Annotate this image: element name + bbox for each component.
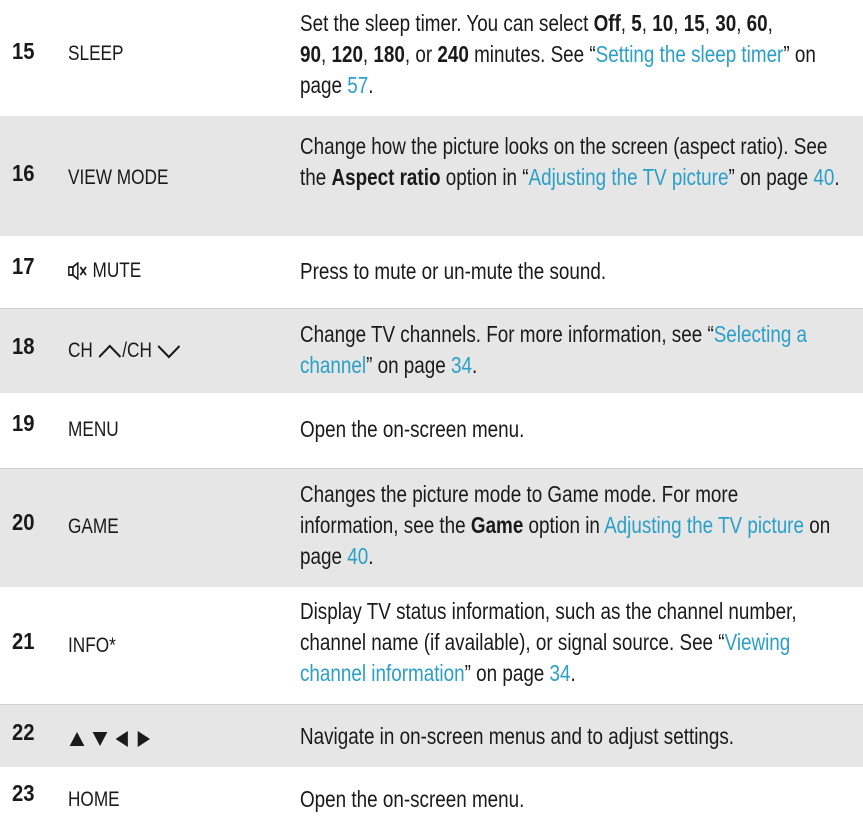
key-name: MUTE	[68, 259, 141, 283]
key-name: MENU	[68, 418, 119, 441]
item-description: Navigate in on-screen menus and to adjus…	[300, 723, 735, 749]
link-page-34[interactable]: 34	[451, 352, 472, 378]
key-name: SLEEP	[68, 42, 124, 65]
item-number: 16	[12, 160, 35, 186]
table-row-18: 18 CH /CH Change TV channels. For more i…	[0, 308, 863, 393]
link-adjusting-tv-picture[interactable]: Adjusting the TV picture	[529, 164, 729, 190]
table-row-21: 21 INFO* Display TV status information, …	[0, 586, 863, 704]
key-name: HOME	[68, 788, 120, 811]
link-page-40[interactable]: 40	[347, 543, 368, 569]
key-name: VIEW MODE	[68, 166, 169, 189]
item-description: Open the on-screen menu.	[300, 416, 525, 442]
item-description: Change TV channels. For more information…	[300, 321, 808, 378]
key-name: INFO*	[68, 634, 116, 657]
table-row-15: 15 SLEEP Set the sleep timer. You can se…	[0, 0, 863, 116]
speaker-mute-icon	[68, 262, 88, 281]
arrow-up-icon	[68, 730, 86, 748]
item-description: Changes the picture mode to Game mode. F…	[300, 481, 831, 569]
item-number: 18	[12, 333, 35, 359]
link-adjusting-tv-picture[interactable]: Adjusting the TV picture	[604, 512, 804, 538]
chevron-up-icon	[98, 343, 123, 359]
arrow-right-icon	[135, 730, 151, 748]
key-name: GAME	[68, 515, 119, 538]
item-number: 20	[12, 509, 35, 535]
item-description: Change how the picture looks on the scre…	[300, 133, 840, 190]
item-number: 21	[12, 628, 35, 654]
table-row-23: 23 HOME Open the on-screen menu.	[0, 766, 863, 820]
item-description: Press to mute or un-mute the sound.	[300, 258, 607, 284]
table-row-16: 16 VIEW MODE Change how the picture look…	[0, 116, 863, 236]
table-row-19: 19 MENU Open the on-screen menu.	[0, 392, 863, 468]
link-page-57[interactable]: 57	[347, 72, 368, 98]
table-row-22: 22 Navigate in on-screen menus and to ad…	[0, 704, 863, 767]
item-number: 15	[12, 38, 35, 64]
link-page-40[interactable]: 40	[813, 164, 834, 190]
item-number: 17	[12, 253, 35, 279]
item-description: Set the sleep timer. You can select Off,…	[300, 10, 816, 98]
key-name: CH /CH	[68, 339, 181, 363]
item-description: Open the on-screen menu.	[300, 786, 525, 812]
link-sleep-timer[interactable]: Setting the sleep timer	[596, 41, 784, 67]
navigation-arrows	[68, 727, 151, 751]
table-row-17: 17 MUTE Press to mute or un-mute the sou…	[0, 236, 863, 308]
arrow-left-icon	[114, 730, 130, 748]
chevron-down-icon	[157, 343, 182, 359]
link-page-34[interactable]: 34	[550, 660, 571, 686]
item-description: Display TV status information, such as t…	[300, 598, 797, 686]
item-number: 19	[12, 410, 35, 436]
table-row-20: 20 GAME Changes the picture mode to Game…	[0, 468, 863, 587]
item-number: 22	[12, 719, 35, 745]
arrow-down-icon	[91, 730, 109, 748]
item-number: 23	[12, 780, 35, 806]
